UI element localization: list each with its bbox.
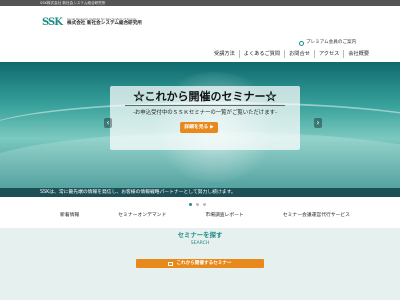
premium-label: プレミアム会員のご案内	[306, 40, 357, 45]
page: SSK株式会社 新社会システム総合研究所 SSK Social Research…	[0, 0, 400, 300]
slider-dots	[189, 203, 210, 206]
nav-item-faq[interactable]: よくあるご質問	[238, 50, 284, 58]
nav-item-contact[interactable]: お問合せ	[284, 50, 314, 58]
subnav-item-event-services[interactable]: セミナー会議運営代行サービス	[283, 212, 350, 220]
upcoming-seminars-label: これから開催するセミナー	[176, 261, 232, 266]
sub-nav: 新着情報 セミナーオンデマンド 市場調査レポート セミナー会議運営代行サービス	[60, 212, 350, 220]
premium-icon	[299, 40, 304, 46]
slider-next-icon[interactable]: ›	[314, 118, 322, 128]
slider-dot[interactable]	[196, 203, 199, 206]
subnav-item-news[interactable]: 新着情報	[60, 212, 79, 220]
nav-item-how-to-attend[interactable]: 受講方法	[210, 50, 239, 58]
hero-subtitle: -お申込受付中のＳＳＫセミナーの一覧がご覧いただけます-	[132, 110, 278, 116]
logo[interactable]: SSK Social Research Institute for New Sy…	[40, 16, 142, 29]
search-subtitle: SEARCH	[190, 241, 210, 246]
subnav-item-on-demand[interactable]: セミナーオンデマンド	[118, 212, 166, 220]
nav-item-access[interactable]: アクセス	[313, 50, 344, 58]
premium-link[interactable]: プレミアム会員のご案内	[299, 40, 356, 46]
hero-slider: ☆これから開催のセミナー☆ -お申込受付中のＳＳＫセミナーの一覧がご覧いただけま…	[0, 62, 400, 190]
slider-dot[interactable]	[189, 203, 192, 206]
top-tagline: SSK株式会社 新社会システム総合研究所	[40, 1, 106, 5]
logo-ja: 株式会社 新社会システム総合研究所	[67, 21, 142, 27]
nav-item-company[interactable]: 会社概要	[343, 50, 373, 58]
calendar-icon	[168, 261, 174, 266]
details-button[interactable]: 詳細を見る ▶	[180, 122, 218, 133]
slider-dot[interactable]	[203, 203, 206, 206]
logo-text: Social Research Institute for New System…	[67, 17, 142, 28]
search-title: セミナーを探す	[177, 231, 223, 239]
slider-prev-icon[interactable]: ‹	[104, 118, 112, 128]
upcoming-seminars-button[interactable]: これから開催するセミナー	[136, 259, 264, 268]
global-nav: 受講方法 よくあるご質問 お問合せ アクセス 会社概要	[210, 50, 373, 58]
banner-text: SSKは、常に最先端の情報を発信し、お客様の情報戦略パートナーとして努力し続けま…	[40, 190, 236, 195]
hero-title: ☆これから開催のセミナー☆	[133, 90, 277, 103]
hero-divider	[125, 105, 285, 106]
subnav-item-market-reports[interactable]: 市場調査レポート	[205, 212, 243, 220]
logo-mark: SSK	[42, 17, 63, 28]
